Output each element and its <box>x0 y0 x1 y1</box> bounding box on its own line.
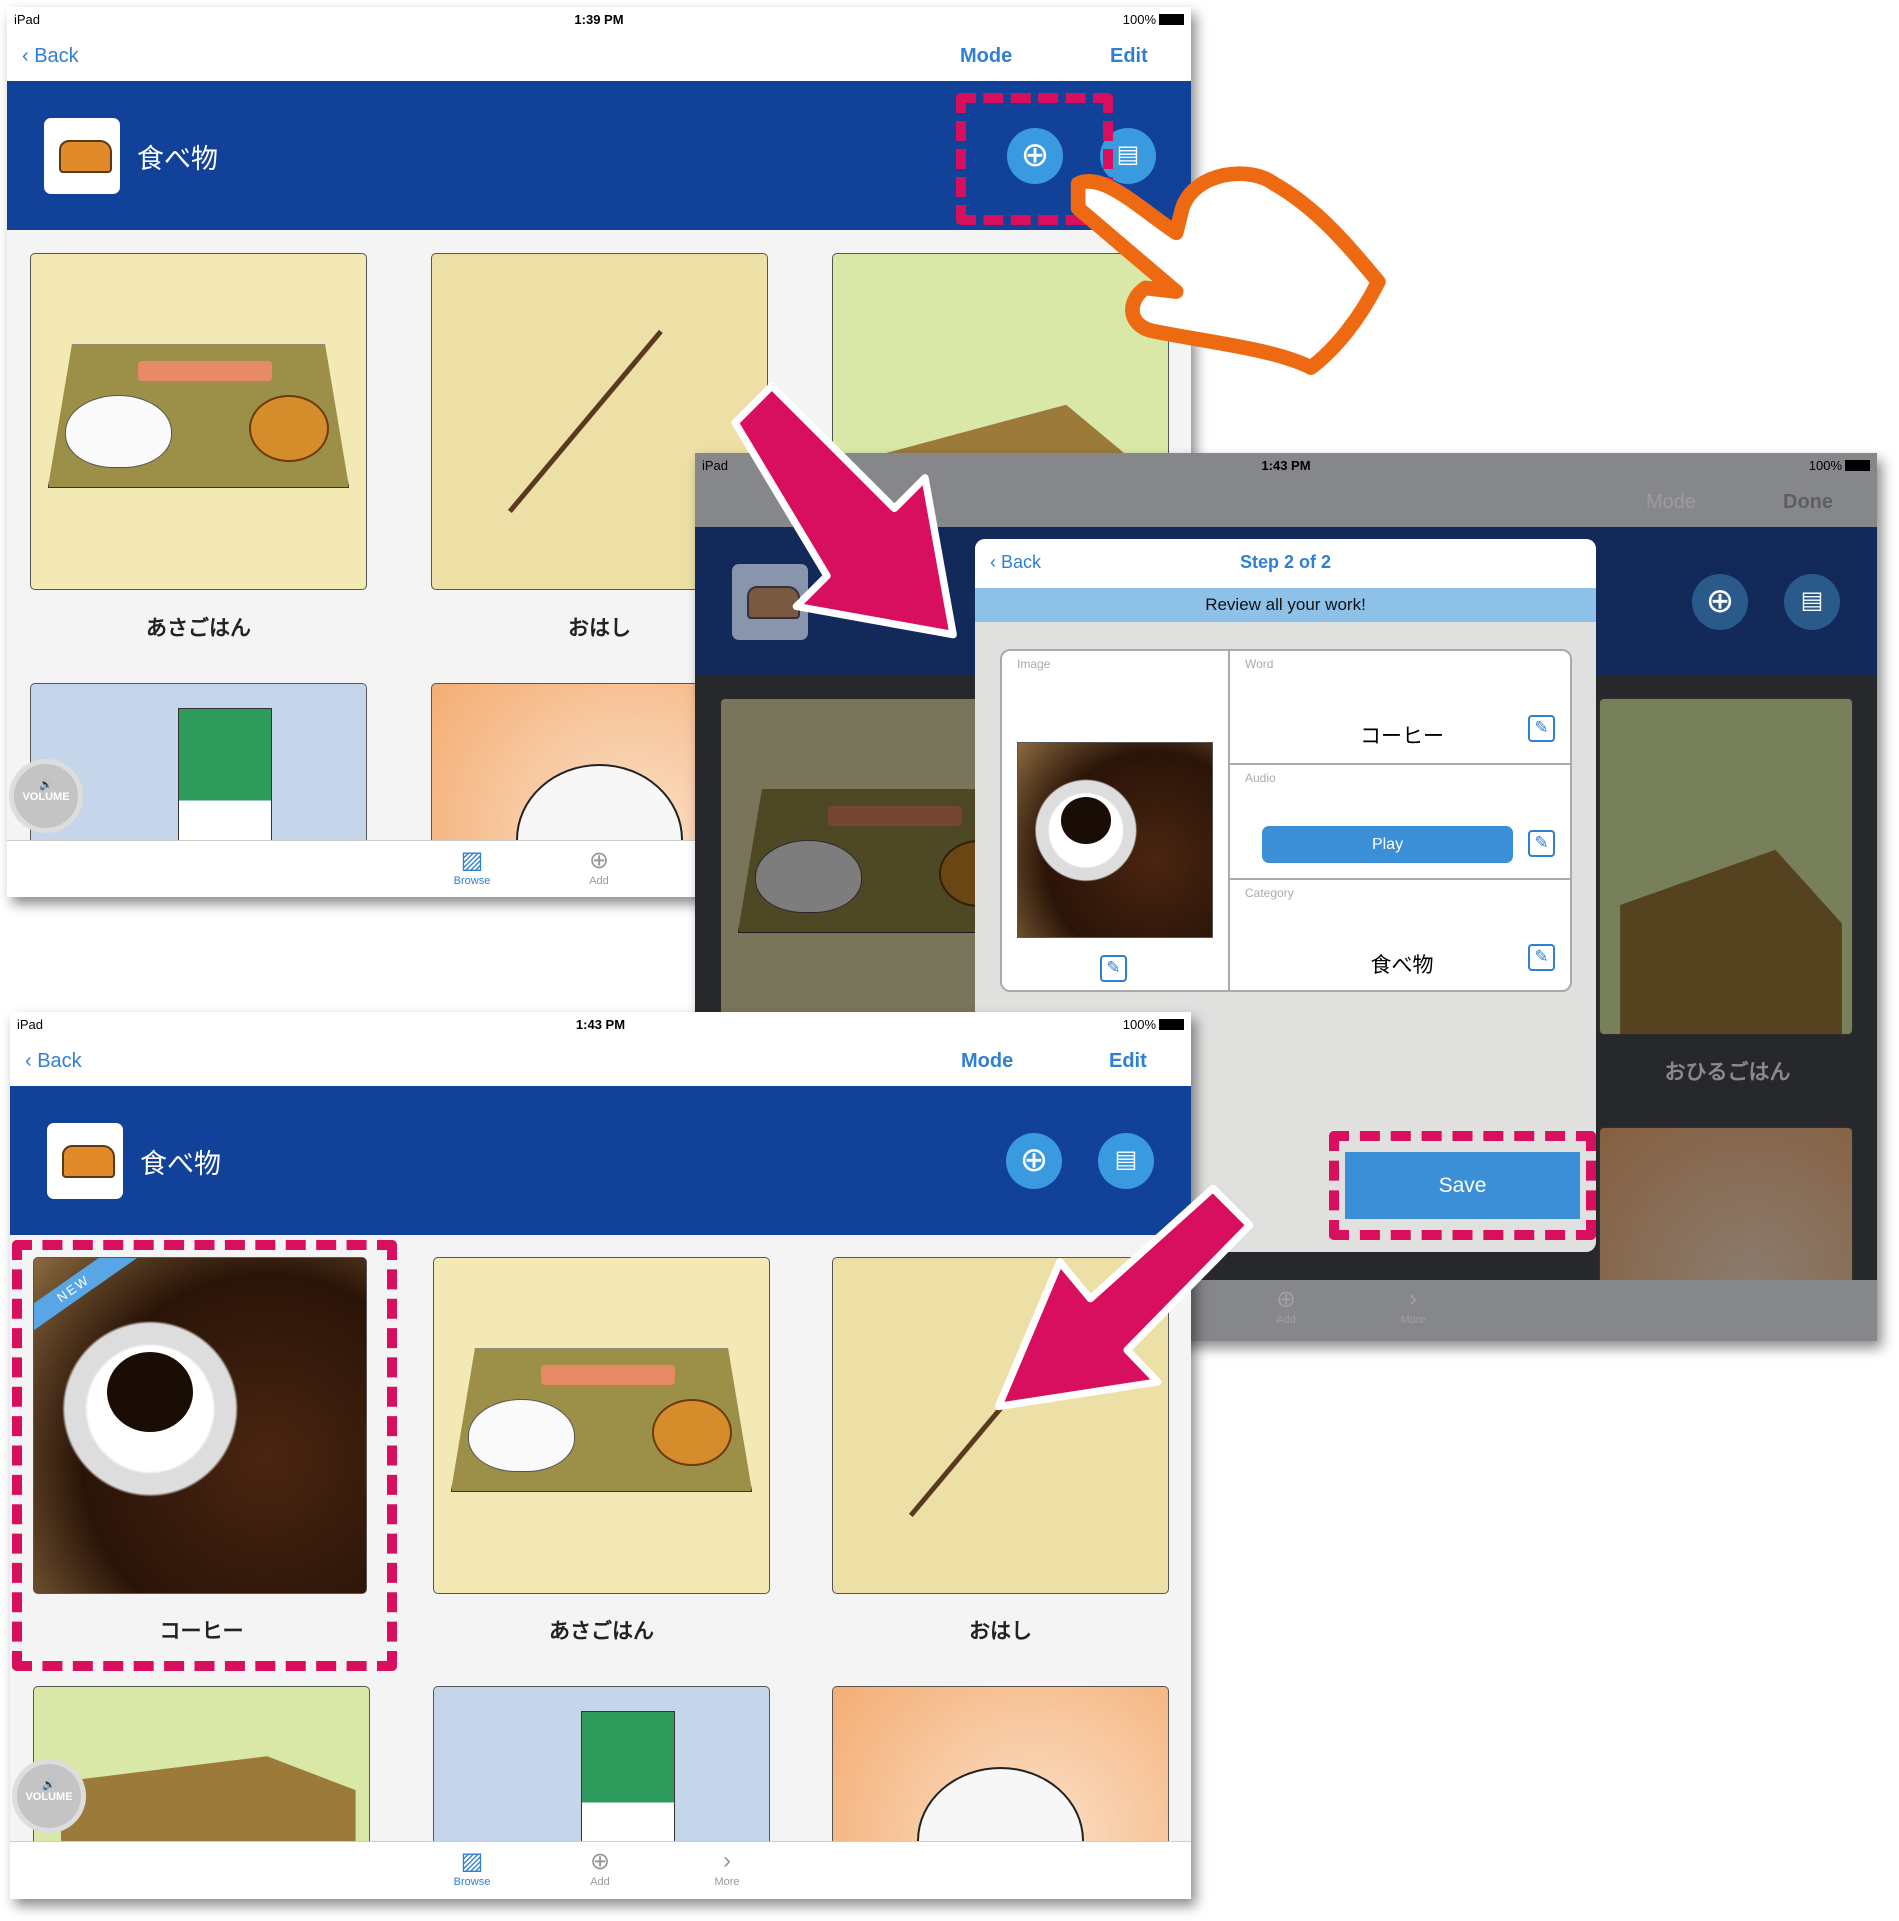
arrow-down-left-icon <box>994 1184 1254 1411</box>
arrow-down-right-icon <box>731 382 957 639</box>
annotation-overlay <box>731 166 1386 1411</box>
pointing-hand-icon <box>1070 166 1386 375</box>
